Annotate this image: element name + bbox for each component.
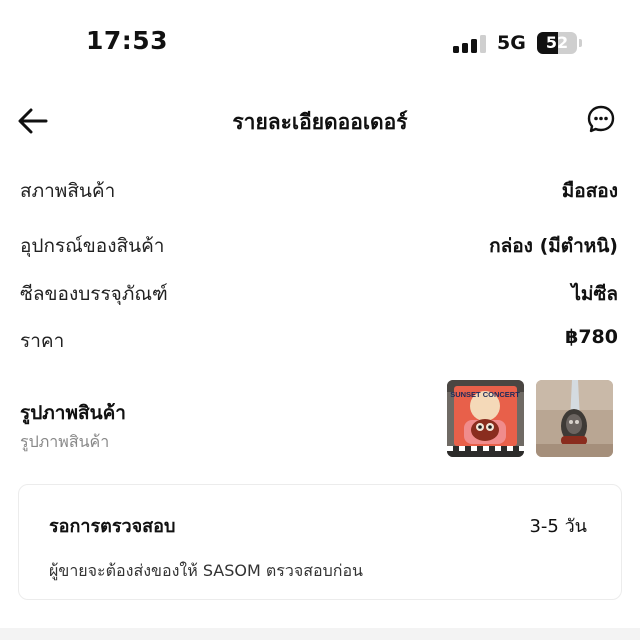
detail-value: ฿780 [565,326,618,348]
detail-row-price: ราคา ฿780 [20,326,620,356]
photos-subtitle: รูปภาพสินค้า [20,432,110,451]
detail-label: ราคา [20,330,65,352]
thumbnail-text: SUNSET CONCERT [450,390,520,399]
photos-title: รูปภาพสินค้า [20,402,126,424]
product-photo-thumbnail[interactable] [536,380,613,457]
detail-row-condition: สภาพสินค้า มือสอง [20,176,620,206]
inspection-note: ผู้ขายจะต้องส่งของให้ SASOM ตรวจสอบก่อน [49,561,363,580]
detail-value: มือสอง [561,180,618,202]
product-photo-thumbnail[interactable]: SUNSET CONCERT [447,380,524,457]
product-photos-section: รูปภาพสินค้า รูปภาพสินค้า SUNSET CONCERT [20,378,620,460]
status-bar: 17:53 5G 52 [0,0,640,86]
detail-label: ซีลของบรรจุภัณฑ์ [20,283,168,305]
signal-strength-icon [453,35,487,53]
battery-icon: 52 [537,32,577,54]
network-type: 5G [497,32,526,54]
nav-bar: รายละเอียดออเดอร์ [0,92,640,148]
detail-row-accessories: อุปกรณ์ของสินค้า กล่อง (มีตำหนิ) [20,231,620,261]
inspection-duration: 3-5 วัน [529,516,587,537]
page-title: รายละเอียดออเดอร์ [232,110,408,134]
detail-label: อุปกรณ์ของสินค้า [20,235,165,257]
inspection-status-title: รอการตรวจสอบ [49,516,176,537]
status-time: 17:53 [86,26,169,55]
inspection-status-card: รอการตรวจสอบ 3-5 วัน ผู้ขายจะต้องส่งของใ… [18,484,622,600]
chat-bubble-icon[interactable] [586,104,616,134]
detail-row-seal: ซีลของบรรจุภัณฑ์ ไม่ซีล [20,279,620,309]
detail-value: ไม่ซีล [571,283,618,305]
battery-cap [579,39,582,47]
bottom-divider [0,628,640,640]
detail-label: สภาพสินค้า [20,180,116,202]
detail-value: กล่อง (มีตำหนิ) [489,235,618,257]
battery-percent: 52 [545,33,569,52]
